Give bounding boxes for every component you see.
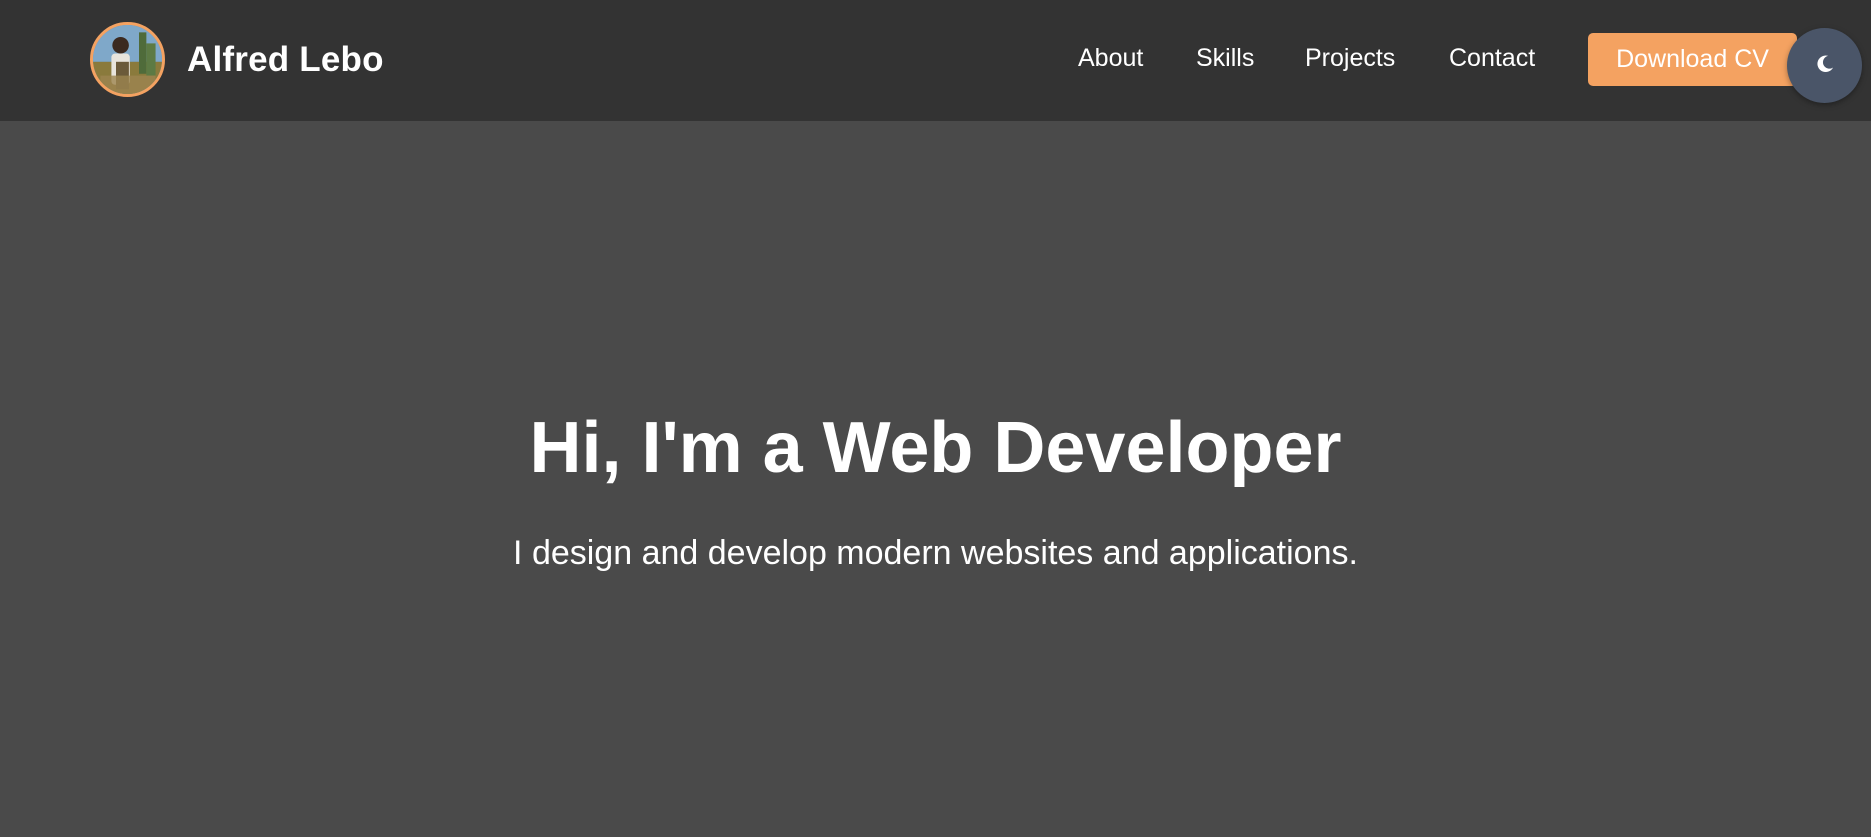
avatar — [90, 22, 165, 97]
theme-toggle-button[interactable] — [1787, 28, 1862, 103]
hero-subtitle: I design and develop modern websites and… — [513, 534, 1358, 572]
hero-title: Hi, I'm a Web Developer — [529, 408, 1342, 488]
site-header: Alfred Lebo About Skills Projects Contac… — [0, 0, 1871, 121]
nav-link-about[interactable]: About — [1078, 43, 1143, 73]
moon-icon — [1814, 53, 1836, 78]
nav-link-projects[interactable]: Projects — [1305, 43, 1395, 73]
brand-name: Alfred Lebo — [187, 39, 384, 79]
brand[interactable]: Alfred Lebo — [90, 22, 384, 97]
nav-link-contact[interactable]: Contact — [1449, 43, 1535, 73]
download-cv-button[interactable]: Download CV — [1588, 33, 1797, 86]
hero-section: Hi, I'm a Web Developer I design and dev… — [0, 121, 1871, 837]
nav-link-skills[interactable]: Skills — [1196, 43, 1254, 73]
